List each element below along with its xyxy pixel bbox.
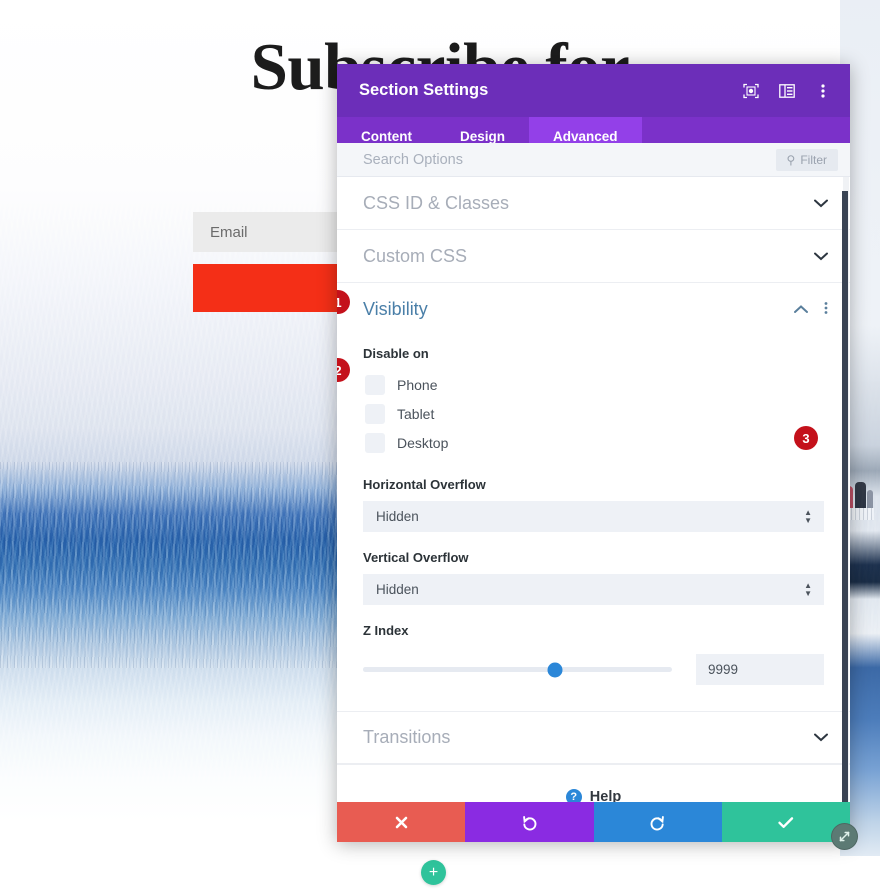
select-value: Hidden bbox=[376, 582, 419, 597]
search-options-bar[interactable]: Search Options ⚲ Filter bbox=[337, 143, 850, 177]
help-icon: ? bbox=[565, 788, 582, 802]
checkbox-row-phone[interactable]: Phone bbox=[363, 370, 824, 399]
chevron-up-icon[interactable] bbox=[794, 302, 808, 317]
checkbox-desktop[interactable] bbox=[365, 432, 385, 453]
accordion-title: CSS ID & Classes bbox=[363, 192, 510, 213]
modal-body: CSS ID & Classes Custom CSS Visibility D… bbox=[337, 177, 850, 802]
modal-resize-handle[interactable] bbox=[831, 823, 858, 850]
modal-action-bar bbox=[337, 802, 850, 842]
horizontal-overflow-group: Horizontal Overflow Hidden ▲ ▼ bbox=[363, 477, 824, 532]
checkbox-phone[interactable] bbox=[365, 374, 385, 395]
z-index-slider[interactable] bbox=[363, 662, 672, 677]
undo-button[interactable] bbox=[465, 802, 594, 842]
z-index-value: 9999 bbox=[708, 662, 739, 677]
checkbox-row-desktop[interactable]: Desktop bbox=[363, 428, 824, 457]
select-spinner-icon: ▲ ▼ bbox=[804, 507, 812, 525]
redo-button[interactable] bbox=[593, 802, 722, 842]
chevron-down-icon bbox=[814, 730, 828, 745]
modal-header-icons bbox=[742, 82, 832, 100]
z-index-input[interactable]: 9999 bbox=[696, 654, 824, 685]
visibility-more-icon[interactable] bbox=[824, 301, 828, 318]
add-section-button[interactable]: + bbox=[421, 860, 446, 885]
cancel-button[interactable] bbox=[337, 802, 466, 842]
modal-header: Section Settings bbox=[337, 64, 850, 117]
checkbox-label: Desktop bbox=[397, 434, 449, 451]
disable-on-checkbox-group: Phone Tablet Desktop bbox=[363, 370, 824, 457]
accordion-transitions[interactable]: Transitions bbox=[337, 711, 850, 764]
disable-on-label: Disable on bbox=[363, 346, 429, 361]
help-label: Help bbox=[589, 788, 622, 803]
z-index-group: Z Index 9999 bbox=[363, 623, 824, 685]
slider-fill bbox=[363, 667, 555, 672]
accordion-custom-css[interactable]: Custom CSS bbox=[337, 230, 850, 283]
filter-label: Filter bbox=[800, 152, 827, 167]
email-input-placeholder: Email bbox=[210, 223, 248, 241]
accordion-title: Visibility bbox=[363, 299, 428, 319]
vertical-overflow-group: Vertical Overflow Hidden ▲ ▼ bbox=[363, 550, 824, 605]
annotation-badge-2: 2 bbox=[337, 358, 350, 382]
help-row[interactable]: ? Help bbox=[337, 764, 850, 802]
chevron-down-icon bbox=[814, 249, 828, 264]
modal-scrollbar-thumb[interactable] bbox=[842, 191, 848, 802]
modal-scrollbar-track[interactable] bbox=[842, 177, 849, 802]
horizontal-overflow-label: Horizontal Overflow bbox=[363, 477, 486, 492]
focus-icon[interactable] bbox=[742, 82, 760, 100]
annotation-badge-3: 3 bbox=[794, 426, 818, 450]
checkbox-row-tablet[interactable]: Tablet bbox=[363, 399, 824, 428]
visibility-section-body: Disable on Phone Tablet Desktop Horizont… bbox=[337, 290, 850, 711]
chevron-down-icon bbox=[814, 196, 828, 211]
filter-button[interactable]: ⚲ Filter bbox=[775, 148, 838, 171]
more-vertical-icon[interactable] bbox=[814, 82, 832, 100]
select-spinner-icon: ▲ ▼ bbox=[804, 580, 812, 598]
vertical-overflow-label: Vertical Overflow bbox=[363, 550, 469, 565]
accordion-css-id-classes[interactable]: CSS ID & Classes bbox=[337, 177, 850, 230]
section-settings-modal: Section Settings Content Design Advanced… bbox=[337, 64, 858, 850]
accordion-title: Custom CSS bbox=[363, 245, 468, 266]
horizontal-overflow-select[interactable]: Hidden ▲ ▼ bbox=[363, 501, 824, 532]
vertical-overflow-select[interactable]: Hidden ▲ ▼ bbox=[363, 574, 824, 605]
accordion-visibility[interactable]: Visibility bbox=[337, 283, 850, 336]
layout-columns-icon[interactable] bbox=[778, 82, 796, 100]
z-index-slider-row: 9999 bbox=[363, 654, 824, 685]
slider-thumb[interactable] bbox=[547, 662, 563, 677]
checkbox-tablet[interactable] bbox=[365, 403, 385, 424]
z-index-label: Z Index bbox=[363, 623, 409, 638]
checkbox-label: Phone bbox=[397, 376, 438, 393]
accordion-title: Transitions bbox=[363, 727, 451, 747]
search-input-placeholder: Search Options bbox=[363, 151, 463, 168]
modal-title: Section Settings bbox=[359, 81, 489, 99]
checkbox-label: Tablet bbox=[397, 405, 435, 422]
filter-icon: ⚲ bbox=[786, 152, 796, 167]
select-value: Hidden bbox=[376, 509, 419, 524]
